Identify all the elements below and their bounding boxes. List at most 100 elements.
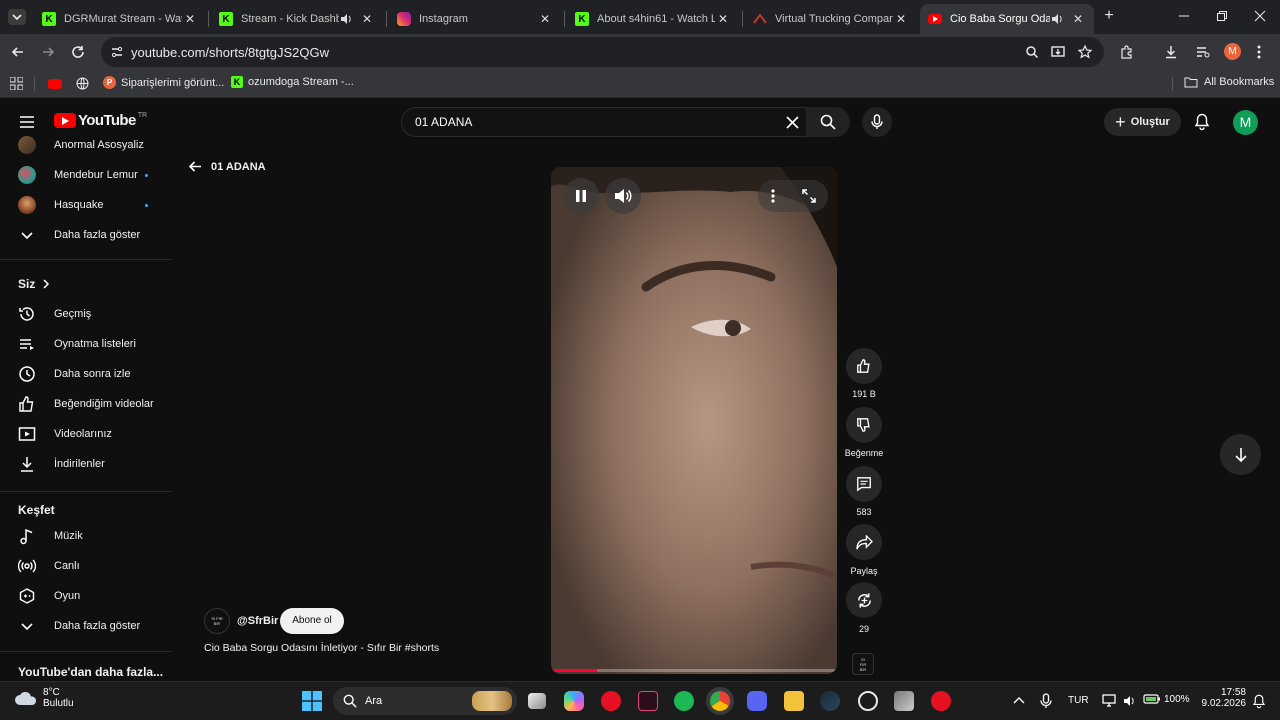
sidebar-item-canli[interactable]: Canlı [0, 551, 172, 581]
sidebar-item-oyun[interactable]: Oyun [0, 581, 172, 611]
back-button[interactable] [10, 44, 26, 60]
remix-button[interactable] [846, 582, 882, 618]
bookmark-siparislerim[interactable]: P Siparişlerimi görünt... [103, 76, 224, 89]
profile-avatar[interactable]: M [1224, 43, 1241, 60]
search-button[interactable] [806, 107, 850, 137]
microphone-icon[interactable] [1040, 693, 1052, 709]
task-view-icon[interactable] [528, 693, 546, 709]
share-button[interactable] [846, 524, 882, 560]
address-bar[interactable]: youtube.com/shorts/8tgtgJS2QGw [101, 37, 1104, 67]
sidebar-item-indirilenler[interactable]: İndirilenler [0, 449, 172, 479]
sidebar-item-begendigim-videolar[interactable]: Beğendiğim videolar [0, 389, 172, 419]
hamburger-menu-icon[interactable] [19, 115, 35, 129]
clock[interactable]: 17:58 9.02.2026 [1196, 687, 1247, 709]
restore-button[interactable] [1216, 10, 1228, 22]
sidebar-item-gecmis[interactable]: Geçmiş [0, 299, 172, 329]
next-short-button[interactable] [1220, 434, 1261, 475]
install-app-icon[interactable] [1051, 45, 1065, 59]
sidebar-item-anormal-asosyaliz[interactable]: Anormal Asosyaliz [0, 135, 172, 160]
close-window-button[interactable] [1254, 10, 1266, 22]
network-icon[interactable] [1102, 694, 1116, 708]
channel-name[interactable]: @SfrBir [237, 615, 278, 627]
close-icon[interactable]: ✕ [182, 12, 198, 26]
bookmark-star-icon[interactable] [1078, 45, 1092, 59]
kebab-menu-icon[interactable] [1256, 44, 1262, 60]
copilot-icon[interactable] [564, 691, 584, 711]
back-to-search-button[interactable]: 01 ADANA [188, 159, 266, 174]
notifications-bell-icon[interactable] [1194, 113, 1210, 131]
media-control-icon[interactable] [1196, 45, 1210, 59]
bookmark-ozumdoga[interactable]: K ozumdoga Stream -... [231, 76, 354, 88]
sidebar-show-more-subscriptions[interactable]: Daha fazla göster [0, 220, 172, 250]
search-input[interactable]: 01 ADANA [415, 115, 472, 129]
speaker-icon[interactable] [1050, 12, 1064, 26]
apps-grid-icon[interactable] [10, 77, 23, 90]
weather-widget[interactable]: 8°C Bulutlu [14, 687, 74, 709]
taskbar-search[interactable]: Ara [333, 687, 517, 715]
notification-center-icon[interactable] [1252, 694, 1266, 709]
clear-search-icon[interactable] [786, 116, 799, 129]
comments-button[interactable] [846, 466, 882, 502]
sidebar-show-more-explore[interactable]: Daha fazla göster [0, 611, 172, 641]
search-box[interactable]: 01 ADANA [401, 107, 810, 137]
tab-virtual-trucking[interactable]: Virtual Trucking Company ✕ [745, 4, 917, 34]
tab-s4hin61[interactable]: K About s4hin61 - Watch Live ✕ [567, 4, 739, 34]
account-avatar[interactable]: M [1233, 110, 1258, 135]
chrome-icon[interactable] [710, 691, 730, 711]
battery-indicator[interactable]: 100% [1143, 693, 1190, 705]
game-app-icon[interactable] [894, 691, 914, 711]
volume-button[interactable] [605, 178, 641, 214]
create-button[interactable]: + Oluştur [1104, 108, 1181, 136]
reload-button[interactable] [70, 44, 86, 60]
extensions-icon[interactable] [1120, 45, 1134, 59]
sidebar-item-oynatma-listeleri[interactable]: Oynatma listeleri [0, 329, 172, 359]
sidebar-siz-header[interactable]: Siz [0, 269, 172, 299]
new-tab-button[interactable]: + [1101, 8, 1117, 24]
zoom-icon[interactable] [1025, 45, 1039, 59]
sidebar-item-mendebur-lemur[interactable]: Mendebur Lemur [0, 160, 172, 190]
dislike-button[interactable] [846, 407, 882, 443]
file-explorer-icon[interactable] [784, 691, 804, 711]
discord-icon[interactable] [747, 691, 767, 711]
language-indicator[interactable]: TUR [1068, 695, 1089, 706]
speaker-icon[interactable] [1122, 694, 1136, 708]
download-icon[interactable] [1164, 45, 1178, 59]
channel-avatar-sfrbir[interactable]: SI FIR BIR [204, 608, 230, 634]
pause-button[interactable] [563, 178, 599, 214]
short-title[interactable]: Cio Baba Sorgu Odasını İnletiyor - Sıfır… [204, 642, 439, 654]
voice-search-button[interactable] [862, 107, 892, 137]
sidebar-item-daha-sonra-izle[interactable]: Daha sonra izle [0, 359, 172, 389]
tab-instagram[interactable]: Instagram ✕ [389, 4, 561, 34]
globe-icon[interactable] [76, 77, 89, 90]
youtube-icon[interactable] [48, 79, 62, 89]
spotify-icon[interactable] [674, 691, 694, 711]
start-button[interactable] [302, 691, 322, 711]
sound-thumbnail[interactable]: SI FIR BIR [852, 653, 874, 675]
tab-search-button[interactable] [8, 9, 26, 25]
speaker-icon[interactable] [339, 12, 353, 26]
all-bookmarks-button[interactable]: All Bookmarks [1184, 76, 1274, 88]
sidebar-item-hasquake[interactable]: Hasquake [0, 190, 172, 220]
close-icon[interactable]: ✕ [359, 12, 375, 26]
fullscreen-icon[interactable] [802, 189, 816, 203]
red-app-icon[interactable] [601, 691, 621, 711]
progress-track[interactable] [551, 669, 837, 672]
minimize-button[interactable] [1178, 10, 1190, 22]
speedometer-app-icon[interactable] [858, 691, 878, 711]
subscribe-button[interactable]: Abone ol [280, 608, 344, 634]
close-icon[interactable]: ✕ [1070, 12, 1086, 26]
close-icon[interactable]: ✕ [893, 12, 909, 26]
short-video-player[interactable] [551, 167, 837, 674]
tab-cio-baba[interactable]: Cio Baba Sorgu Odasını ✕ [920, 4, 1094, 34]
steam-icon[interactable] [820, 691, 840, 711]
more-options-icon[interactable] [771, 189, 775, 203]
like-button[interactable] [846, 348, 882, 384]
forward-button[interactable] [40, 44, 56, 60]
youtube-logo[interactable]: YouTube TR [54, 112, 147, 129]
red-app-2-icon[interactable] [931, 691, 951, 711]
sidebar-item-muzik[interactable]: Müzik [0, 521, 172, 551]
tab-dgrmurat[interactable]: K DGRMurat Stream - Watch ✕ [34, 4, 206, 34]
pink-app-icon[interactable] [638, 691, 658, 711]
close-icon[interactable]: ✕ [715, 12, 731, 26]
sidebar-item-videolariniz[interactable]: Videolarınız [0, 419, 172, 449]
